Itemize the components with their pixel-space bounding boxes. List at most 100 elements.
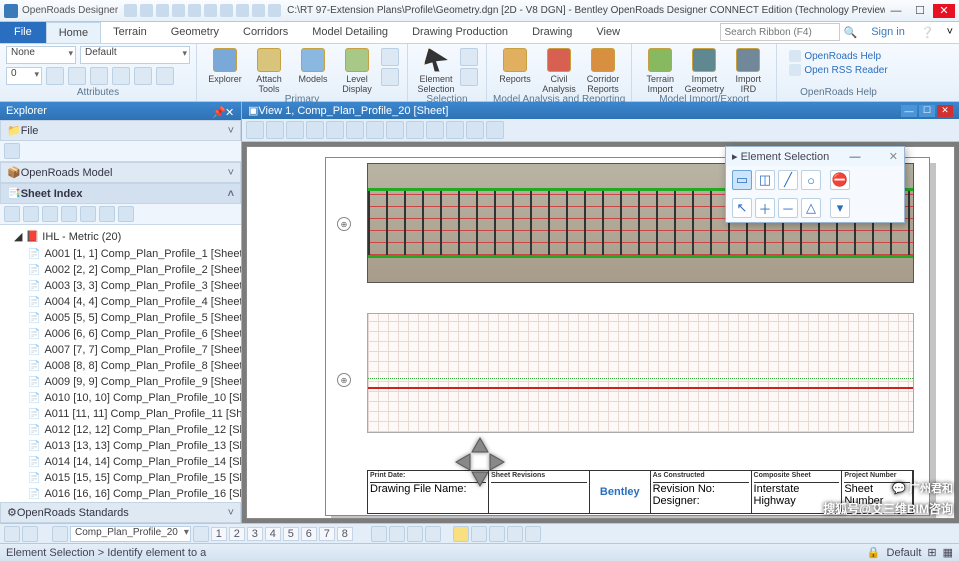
sheet-item[interactable]: A011 [11, 11] Comp_Plan_Profile_11 [Shee… [2, 406, 239, 422]
status-default[interactable]: Default [887, 547, 922, 559]
section-sheet-index[interactable]: 📑 Sheet Index˄ [0, 183, 241, 204]
view-tab-6[interactable]: 6 [301, 527, 317, 541]
sheet-item[interactable]: A008 [8, 8] Comp_Plan_Profile_8 [Sheet] [2, 358, 239, 374]
level-display-button[interactable]: Level Display [335, 46, 379, 94]
sheet-item[interactable]: A012 [12, 12] Comp_Plan_Profile_12 [Shee… [2, 422, 239, 438]
tree-root[interactable]: ◢ 📕 IHL - Metric (20) [2, 227, 239, 246]
tabbar-btn-1[interactable] [4, 526, 20, 542]
sheet-item[interactable]: A007 [7, 7] Comp_Plan_Profile_7 [Sheet] [2, 342, 239, 358]
sel-method-add-icon[interactable]: ＋ [755, 198, 775, 218]
ribbon-collapse-icon[interactable]: ˅ [941, 22, 959, 43]
attr-btn-3[interactable] [90, 67, 108, 85]
view-tab-5[interactable]: 5 [283, 527, 299, 541]
section-standards[interactable]: ⚙ OpenRoads Standards˅ [0, 502, 241, 523]
view-max-icon[interactable]: ☐ [919, 105, 935, 117]
grid-icon[interactable]: ▦ [943, 546, 953, 559]
models-button[interactable]: Models [291, 46, 335, 94]
view-min-icon[interactable]: — [901, 105, 917, 117]
sel-options-icon[interactable]: ▾ [830, 198, 850, 218]
section-openroads-model[interactable]: 📦 OpenRoads Model˅ [0, 162, 241, 183]
views-icon[interactable] [193, 526, 209, 542]
reports-button[interactable]: Reports [493, 46, 537, 94]
panel-close-icon[interactable]: ✕ [225, 106, 235, 116]
sel-method-inv-icon[interactable]: △ [801, 198, 821, 218]
nav-arrows[interactable] [450, 432, 510, 495]
sheet-item[interactable]: A004 [4, 4] Comp_Plan_Profile_4 [Sheet] [2, 294, 239, 310]
models-icon[interactable] [52, 526, 68, 542]
sel-mode-individual-icon[interactable]: ▭ [732, 170, 752, 190]
sheet-item[interactable]: A001 [1, 1] Comp_Plan_Profile_1 [Sheet] [2, 246, 239, 262]
sel-sm-1[interactable] [460, 48, 478, 66]
help-icon[interactable]: ❔ [915, 22, 941, 43]
sheet-item[interactable]: A016 [16, 16] Comp_Plan_Profile_16 [Shee… [2, 486, 239, 502]
import-ird-button[interactable]: Import IRD [726, 46, 770, 94]
sheet-item[interactable]: A006 [6, 6] Comp_Plan_Profile_6 [Sheet] [2, 326, 239, 342]
attach-tools-button[interactable]: Attach Tools [247, 46, 291, 94]
attr-btn-6[interactable] [156, 67, 174, 85]
tool-icon-h[interactable] [507, 526, 523, 542]
sel-sm-2[interactable] [460, 68, 478, 86]
primary-sm-2[interactable] [381, 68, 399, 86]
tab-geometry[interactable]: Geometry [159, 22, 231, 43]
lock-icon[interactable]: 🔒 [867, 546, 881, 559]
attr-btn-4[interactable] [112, 67, 130, 85]
tool-icon-i[interactable] [525, 526, 541, 542]
view-tab-1[interactable]: 1 [211, 527, 227, 541]
close-button[interactable]: ✕ [933, 4, 955, 18]
file-tab[interactable]: File [0, 22, 46, 43]
attr-combo-2[interactable]: Default [80, 46, 190, 64]
view-toolbar[interactable] [242, 119, 959, 142]
view-tab-2[interactable]: 2 [229, 527, 245, 541]
attr-combo-1[interactable]: None [6, 46, 76, 64]
sheet-toolbar[interactable] [0, 204, 241, 225]
tab-home[interactable]: Home [46, 22, 101, 43]
sheet-item[interactable]: A005 [5, 5] Comp_Plan_Profile_5 [Sheet] [2, 310, 239, 326]
tab-drawing-production[interactable]: Drawing Production [400, 22, 520, 43]
sheet-item[interactable]: A013 [13, 13] Comp_Plan_Profile_13 [Shee… [2, 438, 239, 454]
tool-icon-c[interactable] [407, 526, 423, 542]
section-file[interactable]: 📁 File˅ [0, 120, 241, 141]
attr-btn-2[interactable] [68, 67, 86, 85]
tool-icon-e[interactable] [453, 526, 469, 542]
sel-mode-line-icon[interactable]: ╱ [778, 170, 798, 190]
ribbon-search[interactable] [720, 23, 840, 41]
sel-clear-icon[interactable]: ⛔ [830, 170, 850, 190]
maximize-button[interactable]: ☐ [909, 4, 931, 18]
civil-analysis-button[interactable]: Civil Analysis [537, 46, 581, 94]
float-close-icon[interactable]: ✕ [889, 150, 898, 163]
sheet-item[interactable]: A015 [15, 15] Comp_Plan_Profile_15 [Shee… [2, 470, 239, 486]
search-icon[interactable]: 🔍 [840, 22, 862, 43]
attr-btn-1[interactable] [46, 67, 64, 85]
terrain-import-button[interactable]: Terrain Import [638, 46, 682, 94]
snap-icon[interactable]: ⊞ [927, 546, 936, 559]
explorer-button[interactable]: Explorer [203, 46, 247, 94]
tab-corridors[interactable]: Corridors [231, 22, 300, 43]
sheet-item[interactable]: A003 [3, 3] Comp_Plan_Profile_3 [Sheet] [2, 278, 239, 294]
sel-mode-block-icon[interactable]: ◫ [755, 170, 775, 190]
sheet-item[interactable]: A014 [14, 14] Comp_Plan_Profile_14 [Shee… [2, 454, 239, 470]
import-geometry-button[interactable]: Import Geometry [682, 46, 726, 94]
minimize-button[interactable]: — [885, 4, 907, 18]
tab-model-detailing[interactable]: Model Detailing [300, 22, 400, 43]
tabbar-btn-2[interactable] [22, 526, 38, 542]
element-selection-button[interactable]: Element Selection [414, 46, 458, 94]
sheet-item[interactable]: A002 [2, 2] Comp_Plan_Profile_2 [Sheet] [2, 262, 239, 278]
sel-mode-circle-icon[interactable]: ○ [801, 170, 821, 190]
element-selection-window[interactable]: Element Selection—✕ ▭ ◫ ╱ ○ ⛔ ↖ ＋ － △ ▾ [725, 146, 905, 223]
signin-link[interactable]: Sign in [861, 22, 915, 43]
view-tab-3[interactable]: 3 [247, 527, 263, 541]
view-close-icon[interactable]: ✕ [937, 105, 953, 117]
sheet-tree[interactable]: ◢ 📕 IHL - Metric (20) A001 [1, 1] Comp_P… [0, 225, 241, 502]
tool-icon-a[interactable] [371, 526, 387, 542]
sel-method-new-icon[interactable]: ↖ [732, 198, 752, 218]
primary-sm-1[interactable] [381, 48, 399, 66]
tool-icon-b[interactable] [389, 526, 405, 542]
sheet-item[interactable]: A009 [9, 9] Comp_Plan_Profile_9 [Sheet] [2, 374, 239, 390]
quick-access-toolbar[interactable] [124, 4, 281, 17]
tab-drawing[interactable]: Drawing [520, 22, 584, 43]
view-tab-8[interactable]: 8 [337, 527, 353, 541]
view-tab-7[interactable]: 7 [319, 527, 335, 541]
attr-btn-5[interactable] [134, 67, 152, 85]
file-toolbar[interactable] [0, 141, 241, 162]
tool-icon-d[interactable] [425, 526, 441, 542]
